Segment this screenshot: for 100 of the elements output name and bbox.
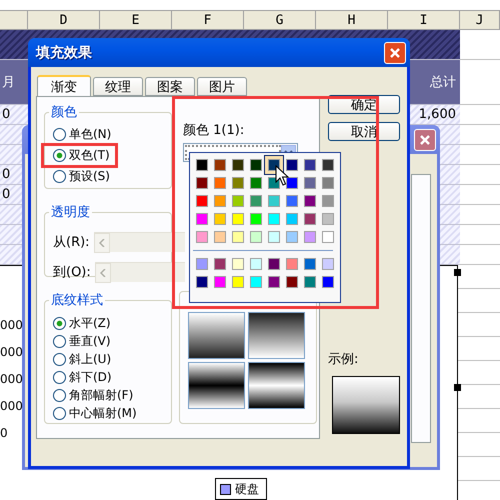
color-swatch[interactable] [322,159,334,171]
axis-label: 000 [0,345,23,359]
close-icon [419,134,431,146]
color-swatch[interactable] [214,195,226,207]
color-swatch[interactable] [286,276,298,288]
color-swatch[interactable] [322,276,334,288]
color-swatch[interactable] [232,276,244,288]
color-swatch[interactable] [196,231,208,243]
gradient-thumbnail[interactable] [248,312,305,359]
color-swatch[interactable] [286,258,298,270]
tab[interactable]: 图片 [197,77,247,96]
color-swatch[interactable] [214,213,226,225]
color-swatch[interactable] [268,231,280,243]
group-title: 底纹样式 [50,292,104,309]
axis-label: 000 [0,318,23,332]
radio-option[interactable]: 垂直(V) [53,333,111,350]
color-swatch[interactable] [250,195,262,207]
color-swatch[interactable] [214,231,226,243]
color-swatch[interactable] [268,195,280,207]
color-swatch[interactable] [196,159,208,171]
color-swatch[interactable] [250,159,262,171]
radio-option[interactable]: 水平(Z) [53,315,111,332]
color-swatch[interactable] [232,258,244,270]
color-swatch[interactable] [304,159,316,171]
sample-preview [332,376,400,434]
resize-handle[interactable] [454,384,461,391]
gradient-thumbnail[interactable] [188,362,245,409]
window-title: 填充效果 [36,44,92,62]
color-swatch[interactable] [250,231,262,243]
radio-option[interactable]: 角部幅射(F) [53,387,134,404]
color-swatch[interactable] [196,195,208,207]
header-cell-text: 月 [2,74,15,91]
close-icon [389,46,401,58]
color-swatch[interactable] [322,213,334,225]
dialog-button[interactable]: 取消 [328,122,400,141]
color-swatch[interactable] [268,213,280,225]
color-swatch[interactable] [304,231,316,243]
color-swatch[interactable] [304,195,316,207]
color-swatch[interactable] [196,177,208,189]
color-swatch[interactable] [268,258,280,270]
field-label: 颜色 1(1): [183,122,246,139]
color-swatch[interactable] [232,177,244,189]
color-swatch[interactable] [232,213,244,225]
color-swatch[interactable] [232,159,244,171]
slider-label: 从(R): [53,234,90,251]
axis-label: 000 [0,372,23,386]
table-cell: 1,600 [418,107,456,122]
color-swatch[interactable] [322,231,334,243]
color-swatch[interactable] [196,258,208,270]
color-swatch[interactable] [286,231,298,243]
sample-label: 示例: [328,351,360,368]
color-swatch[interactable] [250,258,262,270]
radio-option[interactable]: 单色(N) [53,127,112,142]
arrow-left-icon [98,239,105,247]
resize-handle[interactable] [454,269,461,276]
cursor-icon [275,165,289,187]
slider-label: 到(O): [53,264,91,281]
color-swatch[interactable] [250,213,262,225]
radio-option[interactable]: 中心幅射(M) [53,405,137,422]
arrow-left-icon [100,269,106,277]
radio-option[interactable]: 斜下(D) [53,369,112,386]
color-swatch[interactable] [304,177,316,189]
color-swatch[interactable] [304,258,316,270]
radio-option[interactable]: 预设(S) [53,169,110,184]
color-swatch[interactable] [286,177,298,189]
color-swatch[interactable] [250,276,262,288]
color-swatch[interactable] [304,276,316,288]
color-swatch[interactable] [322,195,334,207]
gradient-thumbnail[interactable] [188,312,245,359]
color-swatch[interactable] [232,195,244,207]
tab[interactable]: 纹理 [93,77,143,96]
close-button[interactable] [414,128,436,150]
tab[interactable]: 图案 [145,77,195,96]
table-cell: 0 [2,107,10,122]
color-swatch[interactable] [196,213,208,225]
color-swatch[interactable] [214,258,226,270]
color-swatch[interactable] [214,177,226,189]
color-swatch[interactable] [286,213,298,225]
color-swatch[interactable] [214,159,226,171]
header-cell-text: 总计 [430,74,456,91]
legend-label: 硬盘 [235,480,259,498]
color-swatch[interactable] [232,231,244,243]
color-swatch[interactable] [214,276,226,288]
color-swatch[interactable] [286,159,298,171]
radio-option[interactable]: 斜上(U) [53,351,112,368]
color-swatch[interactable] [286,195,298,207]
color-swatch[interactable] [196,276,208,288]
axis-label: 000 [0,399,23,413]
color-swatch[interactable] [322,258,334,270]
close-button[interactable] [384,42,406,64]
gradient-thumbnail[interactable] [248,362,305,409]
group-title: 颜色 [50,104,78,121]
color-swatch[interactable] [304,213,316,225]
radio-option[interactable]: 双色(T) [53,148,110,163]
color-swatch[interactable] [268,276,280,288]
tab[interactable]: 渐变 [37,75,91,96]
table-cell: 0 [2,187,10,202]
color-swatch[interactable] [250,177,262,189]
table-cell: 0 [2,167,10,182]
color-swatch[interactable] [322,177,334,189]
